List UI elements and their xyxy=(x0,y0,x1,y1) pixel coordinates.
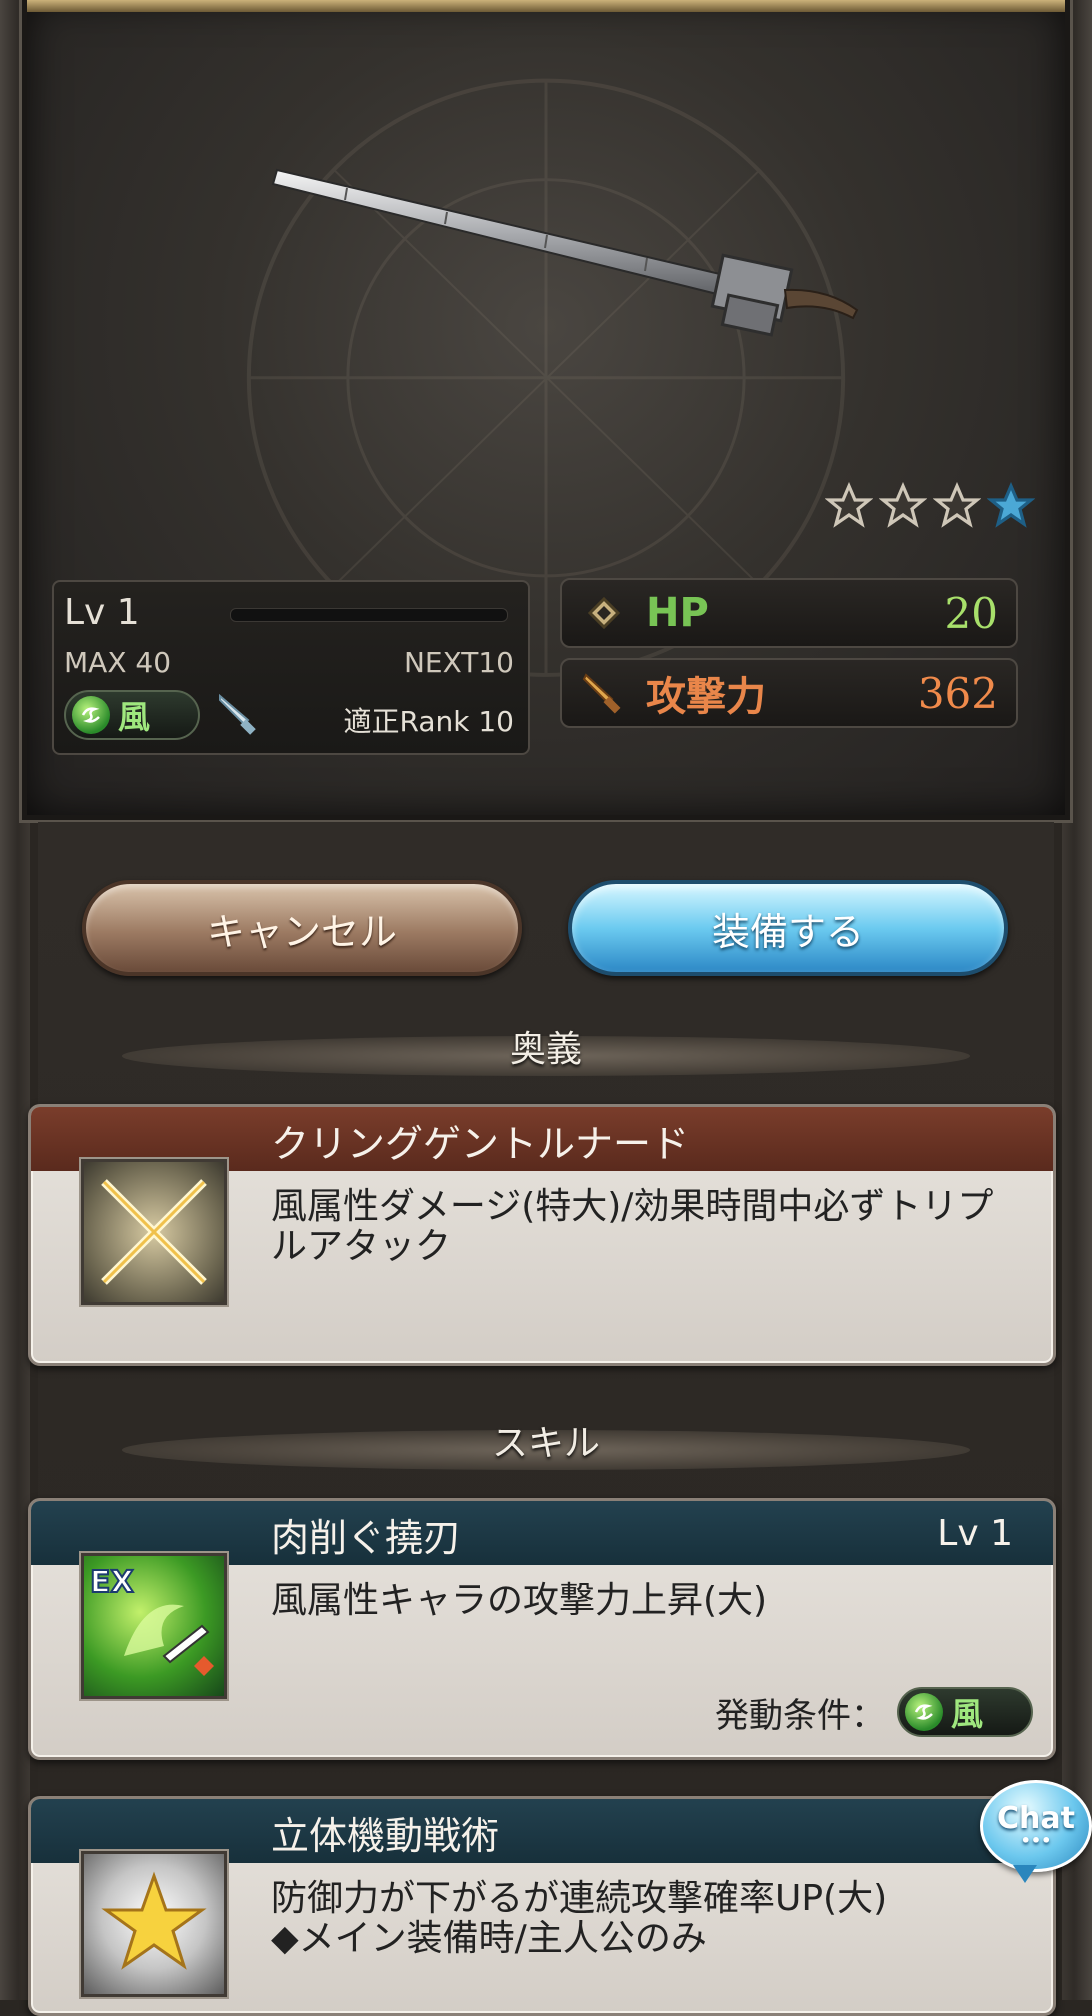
skill-card[interactable]: 立体機動戦術 防御力が下がるが連続攻撃確率UP(大) ◆メイン装備時/主人公のみ xyxy=(28,1796,1056,2016)
skill-title: 立体機動戦術 xyxy=(271,1814,500,1858)
star-empty-icon xyxy=(825,482,873,528)
rank-requirement-label: 適正Rank 10 xyxy=(343,705,515,738)
chat-button[interactable]: Chat ••• xyxy=(980,1780,1092,1883)
element-label: 風 xyxy=(118,698,151,736)
condition-element-badge: 風 xyxy=(897,1687,1033,1737)
skill-description-line: ◆メイン装備時/主人公のみ xyxy=(271,1918,707,1959)
attack-label: 攻撃力 xyxy=(646,674,766,720)
weapon-info-box: Lv 1 MAX 40 NEXT10 風 適正Rank 10 xyxy=(52,580,530,755)
skill-description-line: 防御力が下がるが連続攻撃確率UP(大) xyxy=(271,1878,888,1919)
weapon-image xyxy=(271,168,859,337)
skill-description: 風属性キャラの攻撃力上昇(大) xyxy=(271,1580,768,1621)
skill-section-header: スキル xyxy=(122,1424,970,1470)
attack-sword-icon xyxy=(576,665,632,721)
ougi-description: 風属性ダメージ(特大)/効果時間中必ずトリプルアタック xyxy=(271,1186,994,1267)
wind-icon xyxy=(72,696,110,734)
star-empty-icon xyxy=(879,482,927,528)
attack-stat-row: 攻撃力 362 xyxy=(560,658,1018,728)
sword-type-icon xyxy=(219,693,256,735)
cancel-button-label: キャンセル xyxy=(206,909,397,954)
condition-element-label: 風 xyxy=(951,1695,984,1733)
wind-icon xyxy=(905,1693,943,1731)
hp-label: HP xyxy=(646,590,709,636)
star-filled-icon xyxy=(987,482,1035,528)
ougi-title: クリングゲントルナード xyxy=(271,1122,690,1166)
element-badge: 風 xyxy=(64,690,200,740)
cancel-button[interactable]: キャンセル xyxy=(82,880,522,976)
star-skill-icon xyxy=(81,1851,227,1997)
attack-value: 362 xyxy=(917,668,998,718)
next-exp-label: NEXT10 xyxy=(403,646,514,679)
equip-button-label: 装備する xyxy=(711,909,864,954)
skill-description: 防御力が下がるが連続攻撃確率UP(大) ◆メイン装備時/主人公のみ xyxy=(271,1879,1013,1959)
rarity-stars xyxy=(825,482,1035,530)
exp-bar xyxy=(230,608,508,622)
ougi-card[interactable]: クリングゲントルナード 風属性ダメージ(特大)/効果時間中必ずトリプルアタック xyxy=(28,1104,1056,1366)
crossed-swords-icon xyxy=(81,1159,227,1305)
ougi-section-header: 奥義 xyxy=(122,1030,970,1076)
equip-button[interactable]: 装備する xyxy=(568,880,1008,976)
hp-diamond-icon xyxy=(576,585,632,641)
skill-title: 肉削ぐ撓刃 xyxy=(271,1516,462,1560)
ex-wind-attack-skill-icon: EX xyxy=(81,1553,227,1699)
svg-text:EX: EX xyxy=(90,1565,134,1600)
skill-card[interactable]: 肉削ぐ撓刃 Lv 1 EX 風属性キャラの攻撃力上昇(大) 発動条件： 風 xyxy=(28,1498,1056,1760)
skill-activation-condition: 発動条件： 風 xyxy=(715,1687,1033,1737)
level-label: Lv 1 xyxy=(64,592,140,633)
chat-bubble-tail xyxy=(1013,1865,1037,1883)
chat-label: Chat xyxy=(997,1801,1075,1836)
hp-value: 20 xyxy=(944,588,998,638)
skill-section-title: スキル xyxy=(491,1423,600,1464)
condition-label: 発動条件： xyxy=(715,1695,885,1736)
hp-stat-row: HP 20 xyxy=(560,578,1018,648)
max-level-label: MAX 40 xyxy=(64,646,172,679)
skill-level: Lv 1 xyxy=(937,1513,1013,1554)
ougi-section-title: 奥義 xyxy=(509,1029,582,1070)
star-empty-icon xyxy=(933,482,981,528)
chat-dots: ••• xyxy=(1020,1831,1052,1850)
